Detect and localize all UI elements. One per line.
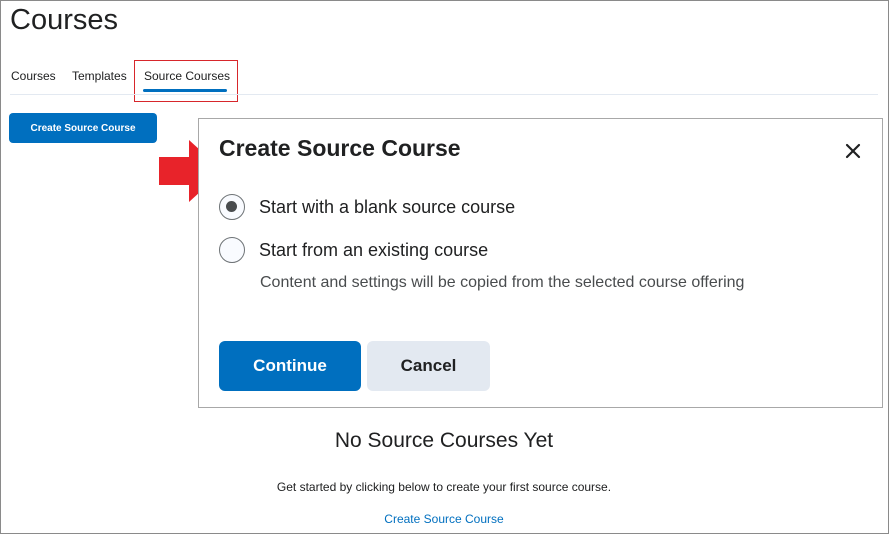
create-source-course-button[interactable]: Create Source Course [9, 113, 157, 143]
create-source-course-link[interactable]: Create Source Course [260, 512, 628, 526]
option-existing-course[interactable]: Start from an existing course [219, 237, 488, 263]
tab-courses[interactable]: Courses [11, 69, 56, 83]
option-description: Content and settings will be copied from… [260, 274, 745, 291]
close-button[interactable] [841, 139, 865, 163]
tabs-divider [10, 94, 878, 95]
option-label: Start with a blank source course [259, 196, 516, 217]
tab-bar: Courses Templates Source Courses [0, 60, 878, 102]
radio-button-checked[interactable] [219, 194, 245, 220]
dialog-title: Create Source Course [219, 135, 461, 161]
option-label: Start from an existing course [259, 239, 489, 260]
cancel-button[interactable]: Cancel [367, 341, 490, 391]
radio-button[interactable] [219, 237, 245, 263]
tab-templates[interactable]: Templates [72, 69, 127, 83]
close-icon [845, 143, 861, 159]
empty-state-title: No Source Courses Yet [334, 429, 554, 452]
empty-state-text: Get started by clicking below to create … [276, 480, 612, 494]
page-title: Courses [10, 4, 118, 36]
tab-highlight-box [134, 60, 238, 102]
continue-button[interactable]: Continue [219, 341, 361, 391]
option-blank-source-course[interactable]: Start with a blank source course [219, 194, 515, 220]
create-source-course-dialog: Create Source Course Start with a blank … [198, 118, 883, 408]
